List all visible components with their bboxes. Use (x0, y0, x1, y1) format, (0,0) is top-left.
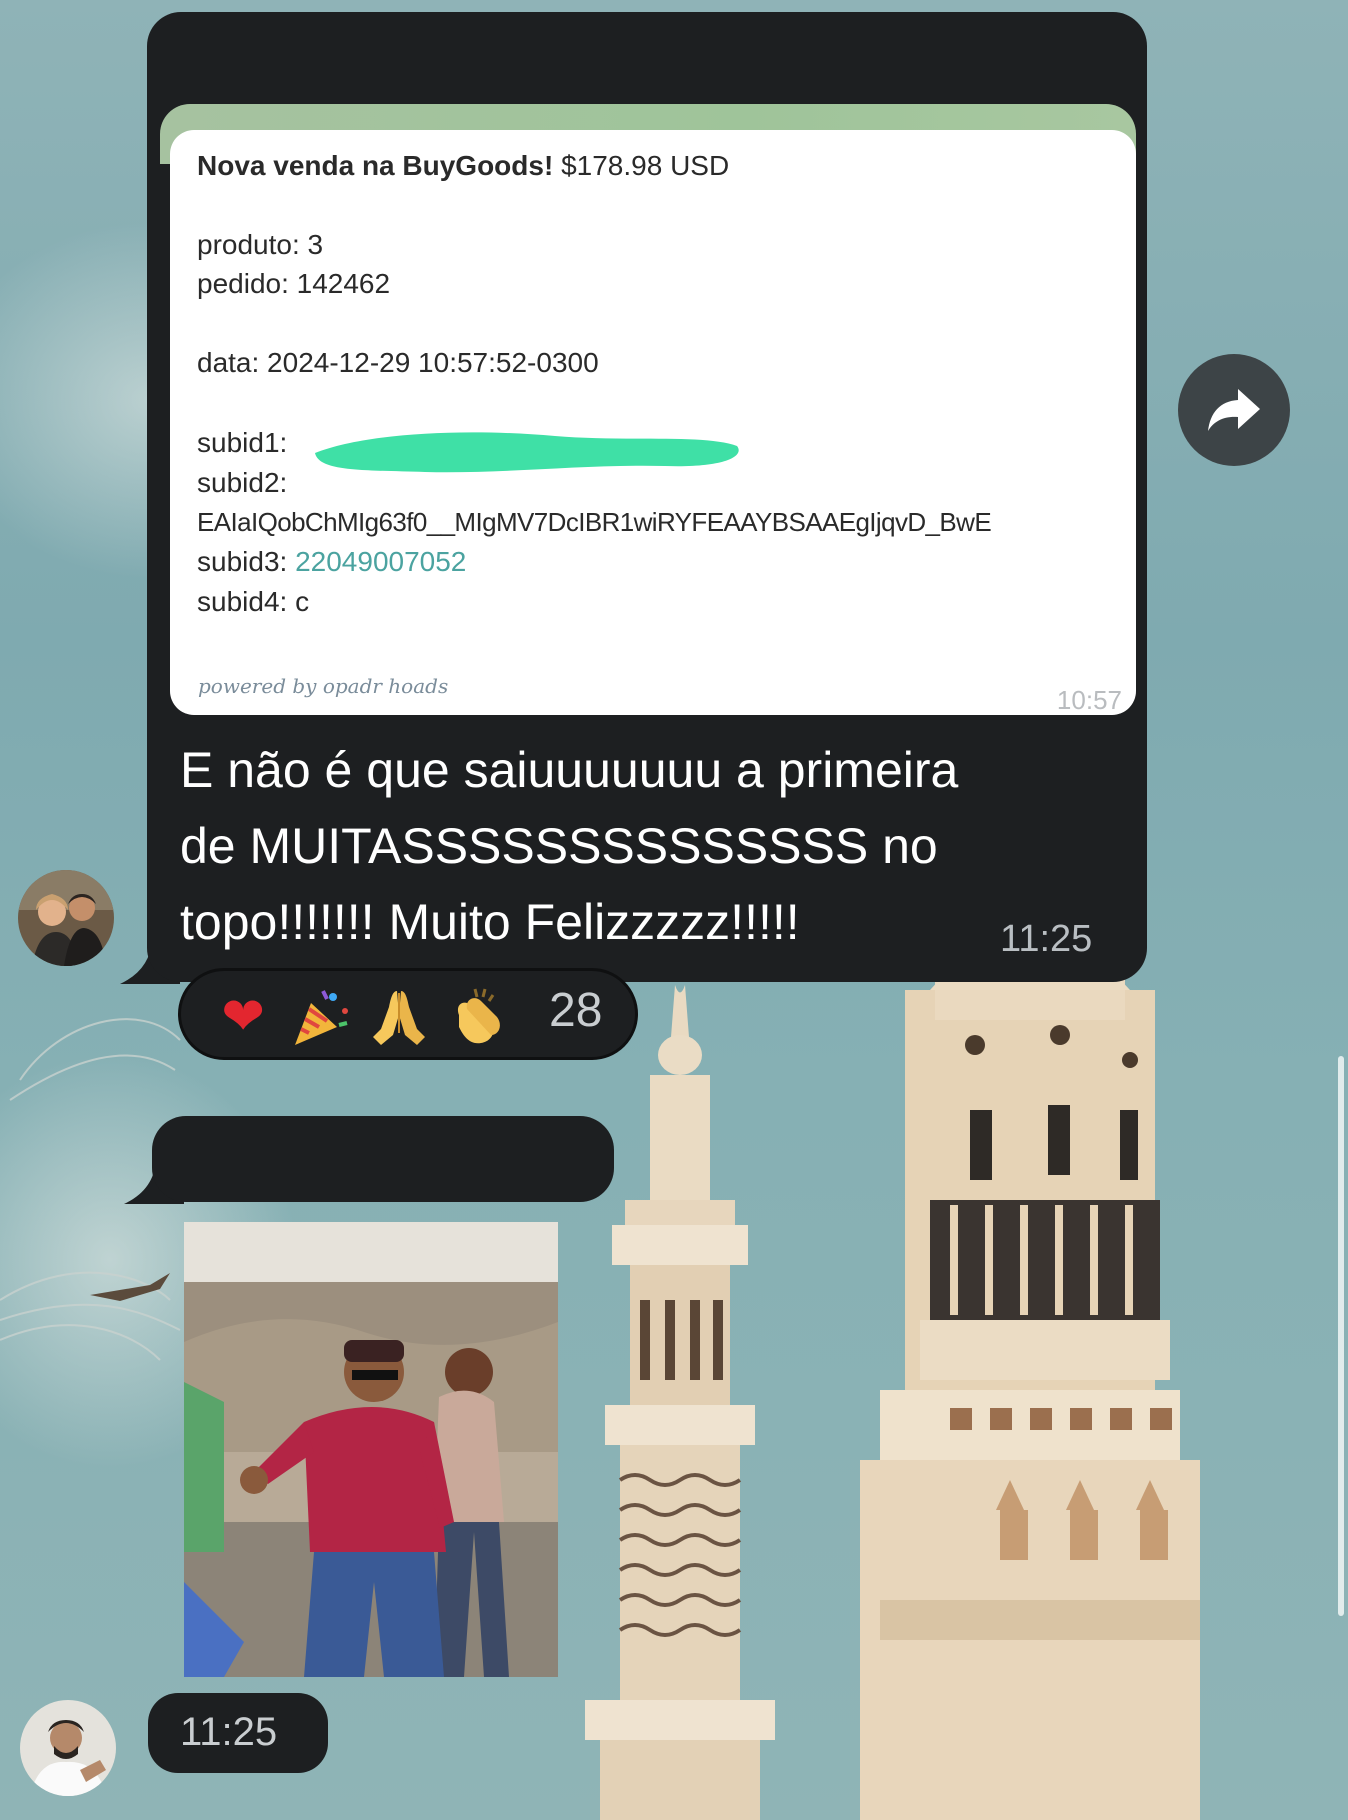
avatar[interactable] (18, 870, 114, 966)
caption-line: topo!!!!!!! Muito Felizzzzz!!!!! (180, 894, 800, 950)
gif-media[interactable] (184, 1222, 558, 1677)
folded-hands-icon[interactable] (367, 985, 431, 1049)
powered-by: powered by opadr hoads (198, 674, 449, 698)
subid2-label: subid2: (197, 467, 288, 498)
media-time-badge: 11:25 (148, 1693, 328, 1773)
redaction-mark (315, 432, 739, 473)
clapping-hands-icon[interactable] (445, 985, 509, 1049)
produto-line: produto: 3 (197, 229, 324, 260)
avatar-photo (20, 1700, 116, 1796)
forwarded-bot-message[interactable]: Nova venda na BuyGoods! $178.98 USD prod… (170, 130, 1136, 715)
sale-amount: $178.98 USD (561, 150, 730, 181)
dancing-people-gif (184, 1222, 558, 1677)
avatar-photo (18, 870, 114, 966)
reactions-bar[interactable]: ❤ 28 (178, 968, 638, 1060)
scrollbar[interactable] (1338, 1056, 1344, 1616)
forward-button[interactable] (1178, 354, 1290, 466)
message-caption: E não é que saiuuuuuuu a primeira de MUI… (180, 732, 1110, 960)
media-time: 11:25 (180, 1710, 278, 1754)
data-line: data: 2024-12-29 10:57:52-0300 (197, 347, 599, 378)
subid2-value: EAIaIQobChMIg63f0__MIgMV7DcIBR1wiRYFEAAY… (197, 507, 992, 537)
avatar[interactable] (20, 1700, 116, 1796)
subid1-label: subid1: (197, 427, 288, 458)
subid3-label: subid3: (197, 546, 288, 577)
bot-message-time: 10:57 (1056, 685, 1122, 715)
party-popper-icon[interactable] (289, 985, 353, 1049)
subid4-line: subid4: c (197, 586, 310, 617)
message-bubble-empty[interactable] (152, 1116, 614, 1202)
caption-line: de MUITASSSSSSSSSSSSSS no (180, 818, 938, 874)
pedido-line: pedido: 142462 (197, 268, 391, 299)
red-heart-icon[interactable]: ❤ (211, 985, 275, 1049)
subid3-link[interactable]: 22049007052 (295, 546, 466, 577)
subid3-line: subid3: 22049007052 (197, 542, 466, 582)
forward-arrow-icon (1208, 389, 1260, 431)
sale-title-bold: Nova venda na BuyGoods! (197, 150, 554, 181)
caption-line: E não é que saiuuuuuuu a primeira (180, 742, 959, 798)
message-time: 11:25 (1000, 918, 1093, 960)
sale-title: Nova venda na BuyGoods! $178.98 USD (197, 146, 729, 186)
reaction-count: 28 (549, 984, 603, 1037)
